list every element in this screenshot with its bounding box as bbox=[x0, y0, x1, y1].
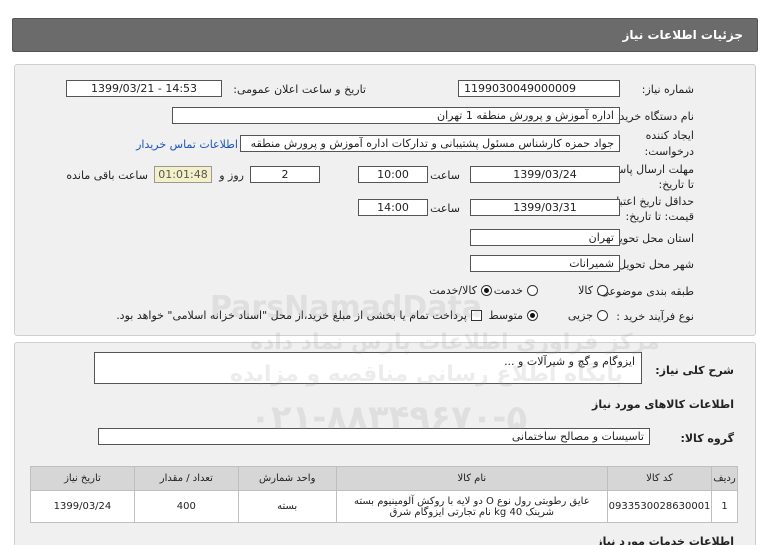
col-header-code: کد کالا bbox=[607, 466, 713, 491]
creator-label-line1: ایجاد کننده bbox=[645, 129, 694, 142]
deadline-time-field[interactable]: 10:00 bbox=[358, 166, 428, 183]
col-header-quantity: تعداد / مقدار bbox=[133, 466, 239, 491]
summary-label: شرح کلی نیاز: bbox=[655, 364, 734, 377]
validity-label-line1: حداقل تاریخ اعتبار bbox=[610, 195, 694, 208]
deadline-date-field[interactable]: 1399/03/24 bbox=[470, 166, 620, 183]
col-header-name: نام کالا bbox=[335, 466, 609, 491]
goods-group-label: گروه کالا: bbox=[680, 432, 734, 445]
process-option-minor[interactable]: جزیی bbox=[568, 309, 608, 322]
goods-section-title: اطلاعات کالاهای مورد نیاز bbox=[592, 398, 734, 411]
time-remaining-badge: 01:01:48 bbox=[154, 166, 212, 183]
cell-quantity: 400 bbox=[133, 490, 239, 523]
table-header-row: ردیف کد کالا نام کالا واحد شمارش تعداد /… bbox=[30, 466, 738, 491]
cell-name: عایق رطوبتی رول نوع O دو لایه با روکش آل… bbox=[335, 490, 609, 523]
buyer-contact-link[interactable]: اطلاعات تماس خریدار bbox=[136, 138, 238, 151]
deadline-label-line2: تا تاریخ: bbox=[658, 178, 694, 191]
watermark-line1: مرکز فراوری اطلاعات پارس نماد داده bbox=[250, 330, 660, 355]
table-row[interactable]: 1 0933530028630001 عایق رطوبتی رول نوع O… bbox=[30, 490, 738, 523]
cell-unit: بسته bbox=[237, 490, 337, 523]
category-option-service[interactable]: خدمت bbox=[494, 284, 538, 297]
validity-time-field[interactable]: 14:00 bbox=[358, 199, 428, 216]
city-field[interactable]: شمیرانات bbox=[470, 255, 620, 272]
creator-field[interactable]: جواد حمزه کارشناس مسئول پشتیبانی و تدارک… bbox=[240, 135, 620, 152]
col-header-row-number: ردیف bbox=[711, 466, 738, 491]
validity-date-field[interactable]: 1399/03/31 bbox=[470, 199, 620, 216]
goods-table: ردیف کد کالا نام کالا واحد شمارش تعداد /… bbox=[30, 466, 738, 523]
radio-icon[interactable] bbox=[597, 285, 608, 296]
validity-time-label: ساعت bbox=[430, 202, 460, 215]
cell-name-line1: عایق رطوبتی رول نوع O دو لایه با روکش آل… bbox=[353, 495, 590, 507]
deadline-time-label: ساعت bbox=[430, 169, 460, 182]
days-label: روز و bbox=[219, 169, 244, 182]
services-section-title: اطلاعات خدمات مورد نیاز bbox=[596, 535, 734, 545]
city-label: شهر محل تحویل: bbox=[614, 258, 694, 271]
creator-label-line2: درخواست: bbox=[644, 145, 694, 158]
watermark-phone: ۰۲۱-۸۸۳۴۹۶۷۰-۵ bbox=[250, 398, 528, 438]
need-number-label: شماره نیاز: bbox=[641, 83, 694, 96]
process-option-medium[interactable]: متوسط bbox=[488, 309, 538, 322]
cell-name-line2: شرینک 40 kg نام تجارتی ایزوگام شرق bbox=[389, 506, 555, 518]
radio-selected-icon[interactable] bbox=[527, 310, 538, 321]
need-number-field[interactable]: 1199030049000009 bbox=[458, 80, 620, 97]
cell-row-number: 1 bbox=[711, 490, 738, 523]
watermark-line2: پایگاه اطلاع رسانی مناقصه و مزایده bbox=[230, 362, 623, 387]
col-header-unit: واحد شمارش bbox=[237, 466, 337, 491]
col-header-date: تاریخ نیاز bbox=[30, 466, 135, 491]
buyer-field[interactable]: اداره آموزش و پرورش منطقه 1 تهران bbox=[172, 107, 620, 124]
announce-date-label: تاریخ و ساعت اعلان عمومی: bbox=[233, 83, 366, 96]
buyer-label: نام دستگاه خریدار: bbox=[607, 110, 694, 123]
province-label: استان محل تحویل: bbox=[607, 232, 694, 245]
process-label: نوع فرآیند خرید : bbox=[616, 310, 694, 323]
category-label: طبقه بندی موضوعی: bbox=[596, 285, 694, 298]
radio-selected-icon[interactable] bbox=[481, 285, 492, 296]
radio-icon[interactable] bbox=[597, 310, 608, 321]
cell-code: 0933530028630001 bbox=[607, 490, 713, 523]
page-title: جزئیات اطلاعات نیاز bbox=[622, 28, 743, 42]
days-remaining-field: 2 bbox=[250, 166, 320, 183]
time-remaining-label: ساعت باقی مانده bbox=[66, 169, 148, 182]
radio-icon[interactable] bbox=[527, 285, 538, 296]
page-header: جزئیات اطلاعات نیاز bbox=[12, 18, 758, 52]
category-option-goods[interactable]: کالا bbox=[578, 284, 608, 297]
province-field[interactable]: تهران bbox=[470, 229, 620, 246]
watermark-brand: ParsNamadData bbox=[210, 290, 483, 325]
announce-date-field[interactable]: 1399/03/21 - 14:53 bbox=[66, 80, 222, 97]
validity-label-line2: قیمت: تا تاریخ: bbox=[625, 210, 694, 223]
cell-date: 1399/03/24 bbox=[30, 490, 135, 523]
